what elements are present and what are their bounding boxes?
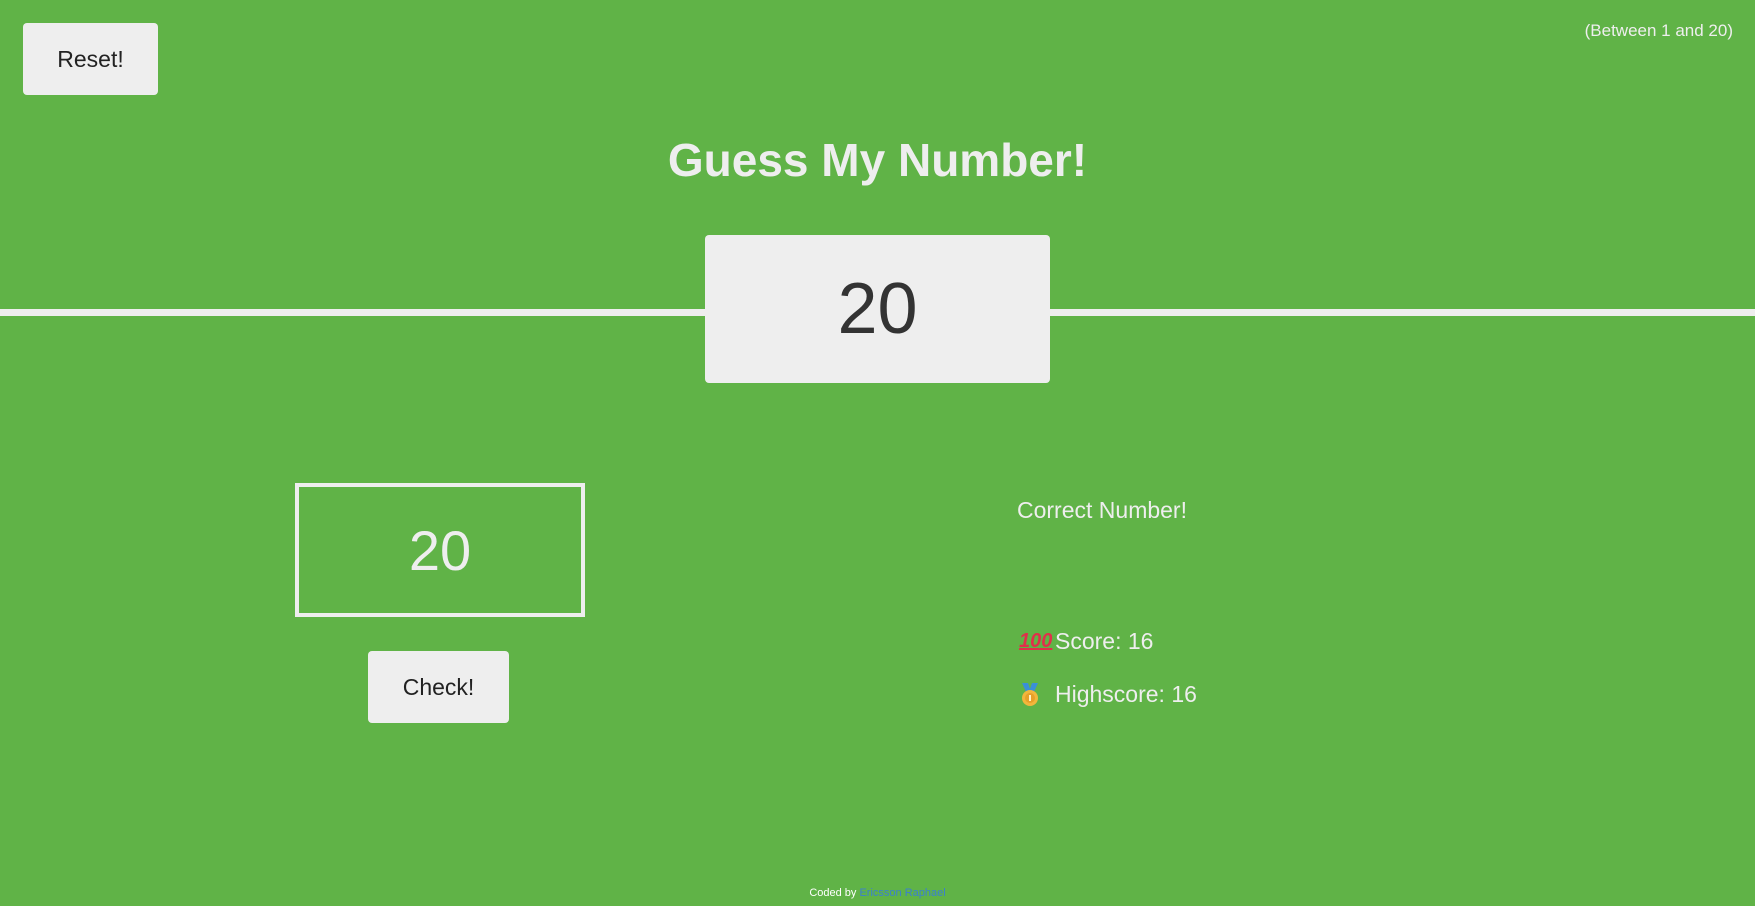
- status-message: Correct Number!: [1017, 497, 1187, 523]
- check-button[interactable]: Check!: [368, 651, 509, 723]
- score-row: 100 Score: 16: [1019, 628, 1153, 655]
- footer-prefix: Coded by: [809, 887, 857, 899]
- author-link[interactable]: Ericsson Raphael: [859, 887, 945, 899]
- footer: Coded by Ericsson Raphael: [0, 887, 1755, 899]
- score-label: Score: 16: [1055, 628, 1154, 654]
- medal-icon: [1019, 682, 1045, 707]
- highscore-label: Highscore: 16: [1055, 681, 1197, 707]
- highscore-row: Highscore: 16: [1019, 681, 1197, 708]
- range-hint: (Between 1 and 20): [1584, 21, 1733, 40]
- hundred-points-icon: 100: [1019, 630, 1053, 652]
- reset-button[interactable]: Reset!: [23, 23, 158, 95]
- guess-input[interactable]: [295, 483, 585, 617]
- page-title: Guess My Number!: [667, 134, 1088, 186]
- secret-number-display: 20: [705, 235, 1050, 383]
